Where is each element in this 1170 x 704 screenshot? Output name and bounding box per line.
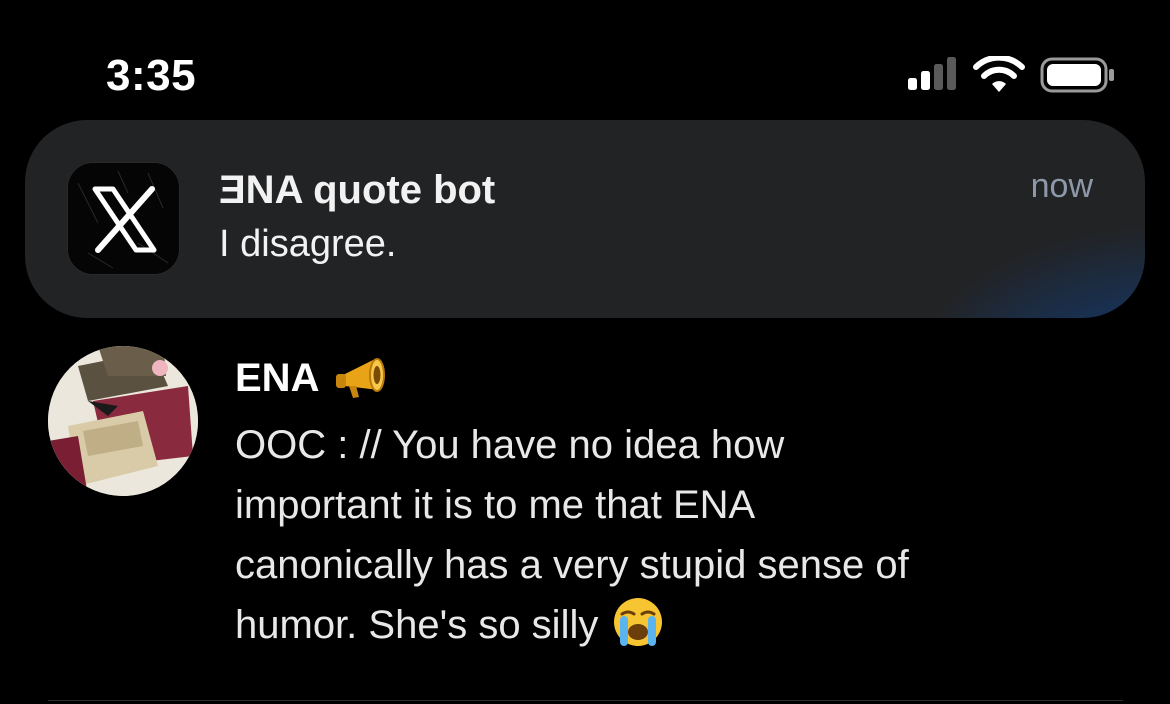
notification-banner[interactable]: ƎNA quote bot I disagree. now (25, 120, 1145, 318)
divider (48, 700, 1123, 701)
post-line-3: canonically has a very stupid sense of (235, 543, 909, 587)
status-bar: 3:35 (0, 0, 1170, 110)
avatar[interactable] (48, 346, 198, 496)
post-line-4: humor. She's so silly (235, 603, 599, 647)
post-line-2: important it is to me that ENA (235, 483, 756, 527)
x-logo-icon (67, 162, 180, 275)
wifi-icon (973, 56, 1025, 92)
post-author-row: ENA (235, 350, 391, 406)
notification-title: ƎNA quote bot (219, 168, 496, 212)
post-line-4-container: humor. She's so silly (235, 595, 1135, 655)
post-author-name[interactable]: ENA (235, 352, 319, 404)
notification-time: now (1030, 167, 1093, 205)
battery-icon (1040, 57, 1114, 93)
signal-icon (908, 57, 956, 90)
loudly-crying-face-icon (614, 598, 663, 646)
notification-body: I disagree. (219, 223, 397, 265)
post-text: OOC : // You have no idea how important … (235, 415, 1135, 655)
post-line-1: OOC : // You have no idea how (235, 423, 785, 467)
status-time: 3:35 (106, 51, 197, 100)
megaphone-icon (336, 358, 386, 398)
phone-screen: 3:35 ƎNA quote bot I disagree. now ENA O… (0, 0, 1170, 704)
